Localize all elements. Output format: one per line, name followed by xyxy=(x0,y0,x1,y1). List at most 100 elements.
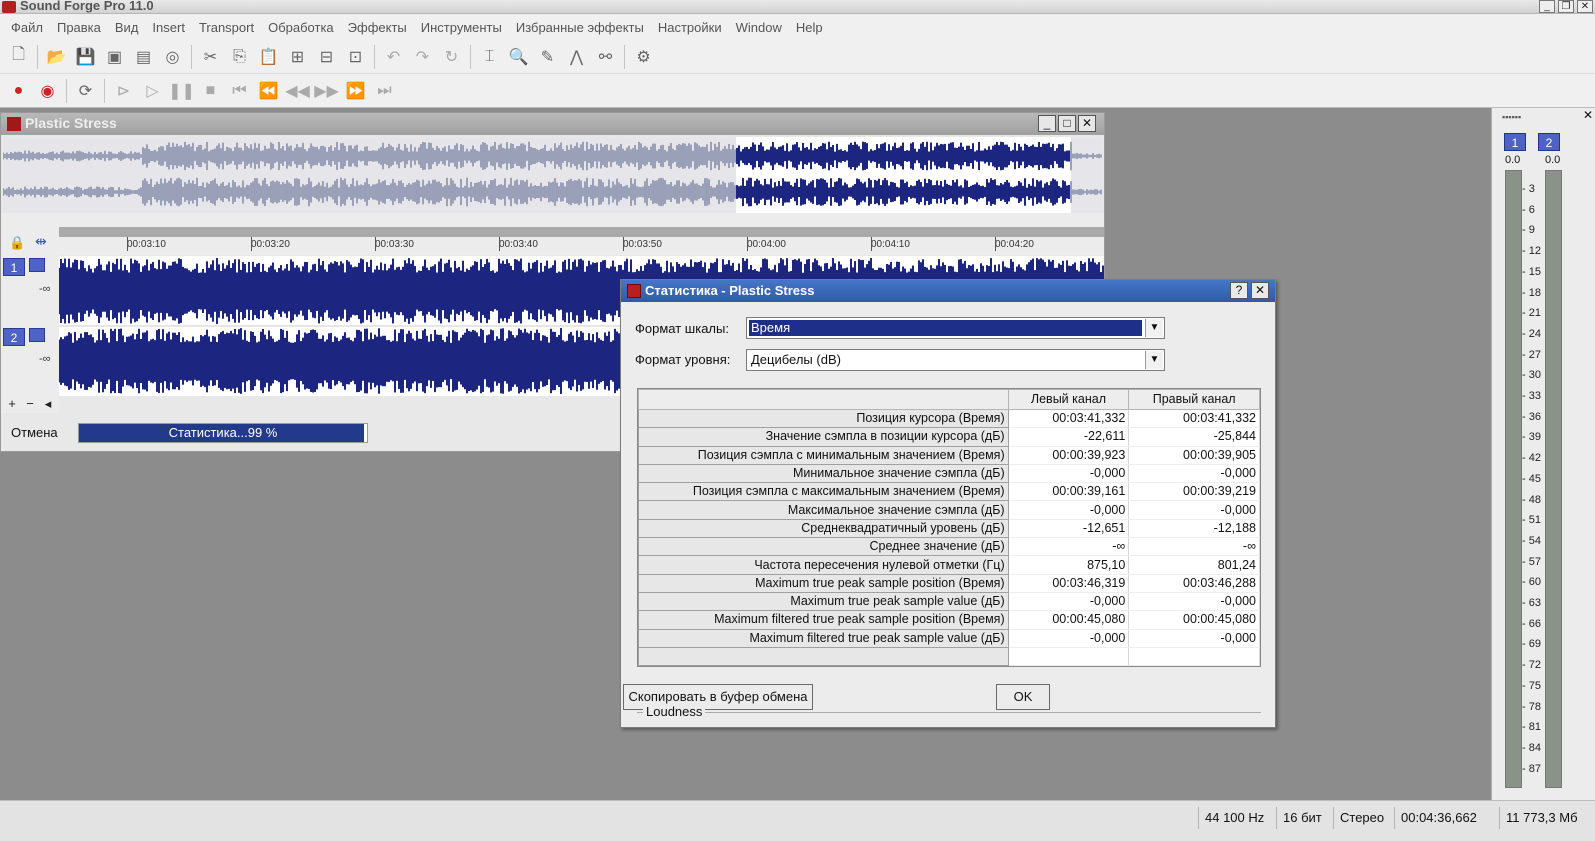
meter-channel-2[interactable]: 2 xyxy=(1538,133,1560,151)
left-channel-value: -0,000 xyxy=(1008,464,1130,484)
menu-edit[interactable]: Правка xyxy=(50,20,108,35)
record-options-icon[interactable]: ◉ xyxy=(35,78,61,104)
menu-window[interactable]: Window xyxy=(729,20,789,35)
trim-crop-icon[interactable]: ⊡ xyxy=(343,44,369,70)
menu-tools[interactable]: Инструменты xyxy=(414,20,509,35)
save-as-icon[interactable]: ▣ xyxy=(102,44,128,70)
ok-button[interactable]: OK xyxy=(996,684,1050,710)
column-header-right[interactable]: Правый канал xyxy=(1128,389,1260,410)
meter-channel-1[interactable]: 1 xyxy=(1504,133,1526,151)
redo-icon[interactable]: ↷ xyxy=(410,44,436,70)
crossfade-icon[interactable]: ⊟ xyxy=(314,44,340,70)
channel-1-button[interactable]: 1 xyxy=(3,258,25,276)
menu-file[interactable]: Файл xyxy=(4,20,50,35)
data-window-title-bar[interactable]: Plastic Stress _ □ ✕ xyxy=(1,113,1104,135)
cut-icon[interactable]: ✂ xyxy=(198,44,224,70)
save-all-icon[interactable]: ▤ xyxy=(131,44,157,70)
maximize-button[interactable]: □ xyxy=(1058,115,1076,132)
previous-icon[interactable]: ⏪ xyxy=(256,78,282,104)
loop-icon[interactable]: ⟳ xyxy=(73,78,99,104)
level-meters: ▪▪▪▪▪▪ ✕ 1 2 0.0 0.0 - 3 - 6 - 9 - 12 - 15 - … xyxy=(1491,108,1595,800)
restore-button[interactable]: ❐ xyxy=(1558,0,1574,13)
chevron-down-icon[interactable]: ▼ xyxy=(1145,351,1163,369)
menu-options[interactable]: Настройки xyxy=(651,20,729,35)
left-channel-value: -22,611 xyxy=(1008,427,1130,447)
menu-effects[interactable]: Эффекты xyxy=(341,20,414,35)
undo-icon[interactable]: ↶ xyxy=(381,44,407,70)
rewind-icon[interactable]: ◀◀ xyxy=(285,78,311,104)
channel-2-button[interactable]: 2 xyxy=(3,328,25,346)
repeat-icon[interactable]: ↻ xyxy=(439,44,465,70)
close-button[interactable]: ✕ xyxy=(1078,115,1096,132)
overview-waveform[interactable] xyxy=(3,137,1103,213)
envelope-tool-icon[interactable]: ⋀ xyxy=(564,44,590,70)
status-bar: 44 100 Hz 16 бит Стерео 00:04:36,662 11 … xyxy=(0,800,1595,841)
menu-transport[interactable]: Transport xyxy=(192,20,261,35)
scale-format-select[interactable]: Время ▼ xyxy=(746,317,1165,339)
record-icon[interactable]: ● xyxy=(6,78,32,104)
new-file-icon[interactable]: 🗋 xyxy=(6,44,32,70)
menu-view[interactable]: Вид xyxy=(108,20,146,35)
data-window-controls: _ □ ✕ xyxy=(1038,115,1096,132)
left-channel-value: 875,10 xyxy=(1008,555,1130,575)
menu-insert[interactable]: Insert xyxy=(145,20,192,35)
pause-icon[interactable]: ❚❚ xyxy=(168,78,195,104)
right-channel-value: 00:03:41,332 xyxy=(1128,409,1260,429)
toolbar-separator xyxy=(470,44,471,69)
event-tool-icon[interactable]: ⚯ xyxy=(593,44,619,70)
minimize-button[interactable]: _ xyxy=(1539,0,1555,13)
go-to-start-icon[interactable]: ⏮ xyxy=(227,78,253,104)
table-row-empty xyxy=(638,646,1260,667)
lock-icon[interactable]: 🔒 xyxy=(9,235,25,251)
toolbar-separator xyxy=(37,44,38,69)
magnify-tool-icon[interactable]: 🔍 xyxy=(506,44,532,70)
zoom-out-icon[interactable]: − xyxy=(22,396,38,412)
meter-scale-label: - 66 xyxy=(1522,617,1541,630)
meters-close-icon[interactable]: ✕ xyxy=(1583,108,1593,122)
mix-icon[interactable]: ⊞ xyxy=(285,44,311,70)
minimize-button[interactable]: _ xyxy=(1038,115,1056,132)
open-folder-icon[interactable]: 📂 xyxy=(44,44,70,70)
help-button[interactable]: ? xyxy=(1230,282,1248,299)
left-channel-value: 00:00:39,923 xyxy=(1008,446,1130,465)
row-label: Maximum true peak sample position (Время… xyxy=(638,573,1009,593)
meter-bar-2 xyxy=(1545,170,1562,788)
channel-2-minimize-icon[interactable] xyxy=(29,328,45,342)
paste-icon[interactable]: 📋 xyxy=(256,44,282,70)
right-channel-value: -12,188 xyxy=(1128,519,1260,539)
meter-scale-label: - 15 xyxy=(1522,265,1541,278)
close-button[interactable]: ✕ xyxy=(1577,0,1593,13)
go-to-end-icon[interactable]: ⏭ xyxy=(372,78,398,104)
play-all-icon[interactable]: ⊳ xyxy=(111,78,137,104)
copy-icon[interactable]: ⎘ xyxy=(227,44,253,70)
zoom-in-icon[interactable]: + xyxy=(4,396,20,412)
next-icon[interactable]: ⏩ xyxy=(343,78,369,104)
cancel-button[interactable]: Отмена xyxy=(11,425,58,440)
snap-icon[interactable]: ⇹ xyxy=(35,233,47,250)
plugin-icon[interactable]: ⚙ xyxy=(631,44,657,70)
pencil-tool-icon[interactable]: ✎ xyxy=(535,44,561,70)
column-header-left[interactable]: Левый канал xyxy=(1007,389,1130,410)
scroll-left-icon[interactable]: ◂ xyxy=(40,396,56,412)
time-ruler[interactable]: 00:03:10 00:03:20 00:03:30 00:03:40 00:0… xyxy=(59,213,1104,255)
play-icon[interactable]: ▷ xyxy=(140,78,166,104)
forward-icon[interactable]: ▶▶ xyxy=(314,78,340,104)
menu-help[interactable]: Help xyxy=(789,20,830,35)
dialog-title-bar[interactable]: Статистика - Plastic Stress ? ✕ xyxy=(621,280,1275,302)
channel-1-minimize-icon[interactable] xyxy=(29,258,45,272)
menu-favorite-effects[interactable]: Избранные эффекты xyxy=(509,20,651,35)
ruler-tick: 00:03:50 xyxy=(623,237,662,251)
level-format-select[interactable]: Децибелы (dB) ▼ xyxy=(746,349,1165,371)
edit-tool-icon[interactable]: ⌶ xyxy=(477,44,503,70)
render-icon[interactable]: ◎ xyxy=(160,44,186,70)
progress-bar: Статистика...99 % xyxy=(78,423,368,443)
dialog-title: Статистика - Plastic Stress xyxy=(645,283,815,298)
chevron-down-icon[interactable]: ▼ xyxy=(1145,319,1163,337)
menu-process[interactable]: Обработка xyxy=(261,20,341,35)
status-bit-depth: 16 бит xyxy=(1276,807,1328,829)
transport-toolbar: ● ◉ ⟳ ⊳ ▷ ❚❚ ■ ⏮ ⏪ ◀◀ ▶▶ ⏩ ⏭ xyxy=(0,74,1595,108)
dialog-close-button[interactable]: ✕ xyxy=(1251,282,1269,299)
save-icon[interactable]: 💾 xyxy=(73,44,99,70)
stop-icon[interactable]: ■ xyxy=(198,78,224,104)
grip-icon[interactable]: ▪▪▪▪▪▪ xyxy=(1502,112,1521,122)
